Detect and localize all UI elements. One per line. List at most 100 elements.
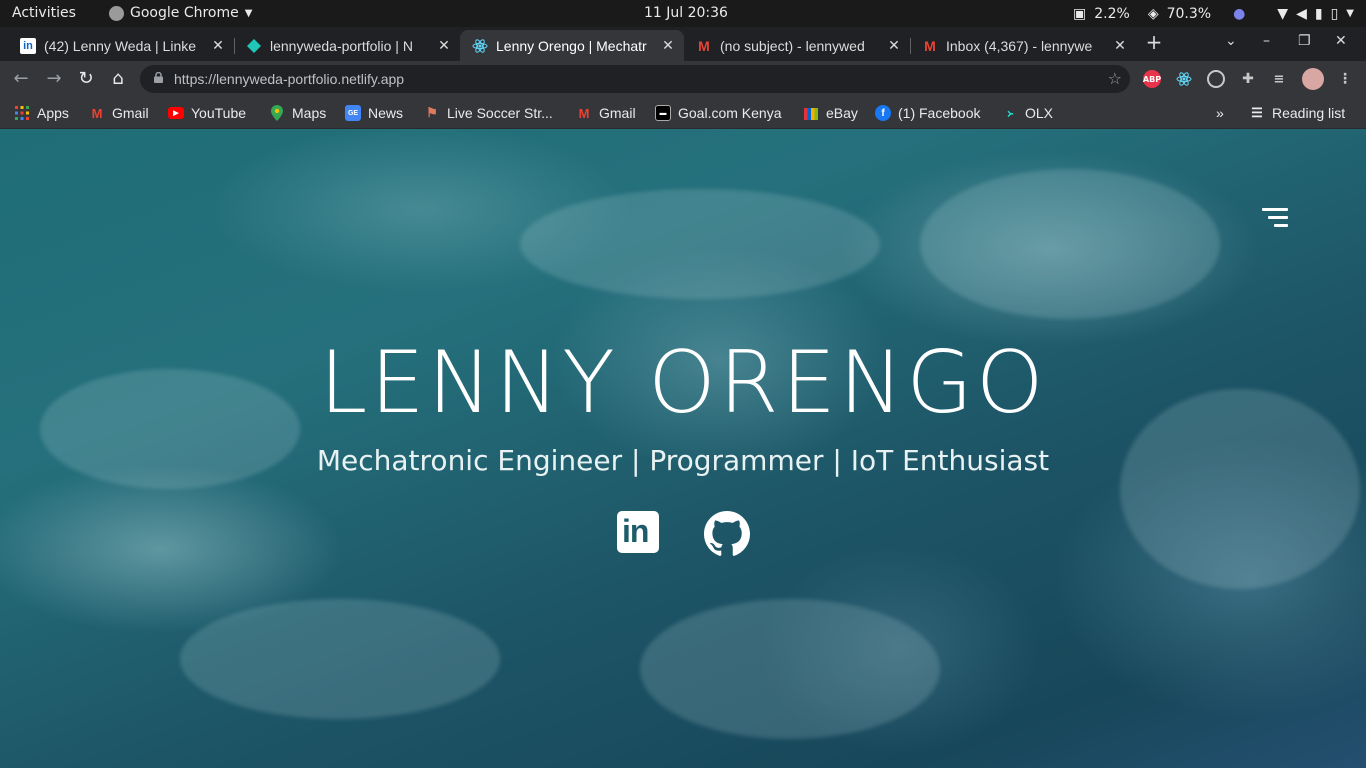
linkedin-icon: in (20, 37, 36, 54)
close-tab-icon[interactable]: ✕ (658, 37, 678, 54)
reading-list-label: Reading list (1272, 105, 1346, 121)
back-icon[interactable]: ← (10, 68, 32, 90)
bookmark-apps[interactable]: Apps (14, 103, 69, 123)
clock[interactable]: 11 Jul 20:36 (644, 5, 728, 21)
bookmark-news[interactable]: GE News (345, 103, 403, 123)
teams-icon: ● (1233, 5, 1246, 22)
close-tab-icon[interactable]: ✕ (208, 37, 228, 54)
reading-list-button[interactable]: ☰ Reading list (1249, 103, 1345, 123)
olx-icon: ᚛ (1007, 107, 1013, 120)
caret-down-icon: ▼ (244, 7, 253, 19)
hamburger-menu-icon[interactable] (1262, 208, 1288, 228)
close-tab-icon[interactable]: ✕ (884, 37, 904, 54)
home-icon[interactable]: ⌂ (107, 68, 129, 90)
bookmark-gmail[interactable]: M Gmail (89, 103, 149, 123)
memory-icon: ◈ (1147, 5, 1159, 22)
extensions-puzzle-icon[interactable]: ✚ (1239, 70, 1257, 88)
tab-title: (no subject) - lennywed (720, 37, 865, 54)
chrome-menu-icon[interactable]: ⋮ (1336, 70, 1354, 88)
linkedin-link[interactable]: in (617, 511, 661, 555)
foam-texture (920, 169, 1220, 319)
wifi-icon: ▼ (1277, 5, 1289, 22)
volume-icon: ◀ (1296, 5, 1307, 22)
bookmark-label: OLX (1025, 105, 1054, 121)
bookmark-label: News (368, 105, 404, 121)
adblock-plus-icon[interactable]: ABP (1143, 70, 1161, 88)
youtube-icon: ▶ (168, 107, 184, 119)
system-menu-caret-icon: ▼ (1346, 8, 1354, 19)
bookmark-label: eBay (826, 105, 858, 121)
bookmark-label: Gmail (599, 105, 636, 121)
tab-linkedin[interactable]: in (42) Lenny Weda | Linke ✕ (8, 30, 235, 61)
tab-search-icon[interactable]: ⌄ (1225, 33, 1237, 49)
close-window-icon[interactable]: ✕ (1335, 33, 1347, 49)
goal-icon: ▬ (655, 105, 671, 121)
reading-list-icon: ☰ (1251, 105, 1263, 120)
bookmark-facebook[interactable]: f (1) Facebook (875, 103, 980, 123)
bookmark-goal[interactable]: ▬ Goal.com Kenya (655, 103, 782, 123)
restore-icon[interactable]: ❐ (1298, 33, 1311, 49)
status-area[interactable]: ▣ 2.2% ◈ 70.3% ● ▼ ◀ ▮ ▯ ▼ (1073, 0, 1366, 27)
foam-texture (180, 599, 500, 719)
hero-tagline: Mechatronic Engineer | Programmer | IoT … (316, 444, 1050, 477)
system-top-bar: Activities Google Chrome ▼ 11 Jul 20:36 … (0, 0, 1366, 27)
linkedin-icon: in (617, 511, 659, 553)
forward-icon[interactable]: → (43, 68, 65, 90)
github-icon (704, 511, 750, 556)
tab-gmail-inbox[interactable]: M Inbox (4,367) - lennywe ✕ (910, 30, 1136, 61)
foam-texture (520, 189, 880, 299)
react-devtools-icon[interactable] (1175, 70, 1193, 88)
profile-avatar[interactable] (1302, 68, 1324, 90)
bookmark-olx[interactable]: ᚛ OLX (1002, 103, 1053, 123)
bookmark-label: YouTube (191, 105, 247, 121)
close-tab-icon[interactable]: ✕ (1110, 37, 1130, 54)
bookmark-label: Gmail (112, 105, 149, 121)
battery-percent: 70.3% (1166, 5, 1212, 22)
news-icon: GE (345, 105, 361, 121)
reload-icon[interactable]: ↻ (75, 68, 97, 90)
tab-title: Inbox (4,367) - lennywe (946, 37, 1093, 54)
address-bar[interactable]: https://lennyweda-portfolio.netlify.app … (140, 65, 1130, 93)
github-link[interactable] (704, 511, 750, 556)
maps-icon (269, 105, 285, 121)
media-queue-icon[interactable]: ≡ (1270, 70, 1288, 88)
bookmark-maps[interactable]: Maps (269, 103, 326, 123)
url-text[interactable]: https://lennyweda-portfolio.netlify.app (174, 71, 404, 87)
bookmark-star-icon[interactable]: ☆ (1108, 69, 1122, 88)
gmail-icon: M (578, 105, 590, 121)
bookmark-gmail-2[interactable]: M Gmail (576, 103, 636, 123)
bookmarks-bar: Apps M Gmail ▶ YouTube Maps GE News ⚑ Li… (0, 97, 1366, 129)
bookmark-label: (1) Facebook (898, 105, 981, 121)
app-menu[interactable]: Google Chrome ▼ (109, 5, 252, 21)
tab-netlify[interactable]: lennyweda-portfolio | N ✕ (234, 30, 460, 61)
gmail-icon: M (91, 105, 103, 121)
target-extension-icon[interactable] (1207, 70, 1225, 88)
netlify-icon (246, 38, 262, 54)
tab-portfolio[interactable]: Lenny Orengo | Mechatr ✕ (460, 30, 684, 61)
browser-toolbar: ← → ↻ ⌂ https://lennyweda-portfolio.netl… (0, 61, 1366, 97)
cpu-usage: 2.2% (1094, 5, 1130, 22)
portfolio-hero: LENNY ORENGO Mechatronic Engineer | Prog… (0, 129, 1366, 768)
microphone-icon: ▮ (1314, 5, 1323, 22)
activities-button[interactable]: Activities (12, 5, 76, 21)
app-name: Google Chrome (130, 5, 239, 21)
tab-gmail-draft[interactable]: M (no subject) - lennywed ✕ (684, 30, 911, 61)
minimize-icon[interactable]: – (1263, 33, 1270, 49)
bookmark-label: Apps (37, 105, 69, 121)
bookmark-live-soccer[interactable]: ⚑ Live Soccer Str... (424, 103, 553, 123)
tab-title: Lenny Orengo | Mechatr (496, 37, 647, 54)
battery-icon: ▯ (1330, 5, 1339, 22)
tab-title: (42) Lenny Weda | Linke (44, 37, 197, 54)
bookmarks-overflow-icon[interactable]: » (1216, 103, 1224, 123)
bookmark-ebay[interactable]: eBay (803, 103, 858, 123)
cpu-icon: ▣ (1073, 5, 1087, 22)
soccer-icon: ⚑ (426, 105, 438, 120)
bookmark-label: Live Soccer Str... (447, 105, 553, 121)
close-tab-icon[interactable]: ✕ (434, 37, 454, 54)
new-tab-button[interactable]: + (1143, 31, 1165, 53)
bookmark-youtube[interactable]: ▶ YouTube (168, 103, 246, 123)
bookmark-label: Maps (292, 105, 327, 121)
chrome-icon (109, 5, 124, 21)
ebay-icon (803, 105, 819, 121)
foam-texture (640, 599, 940, 739)
